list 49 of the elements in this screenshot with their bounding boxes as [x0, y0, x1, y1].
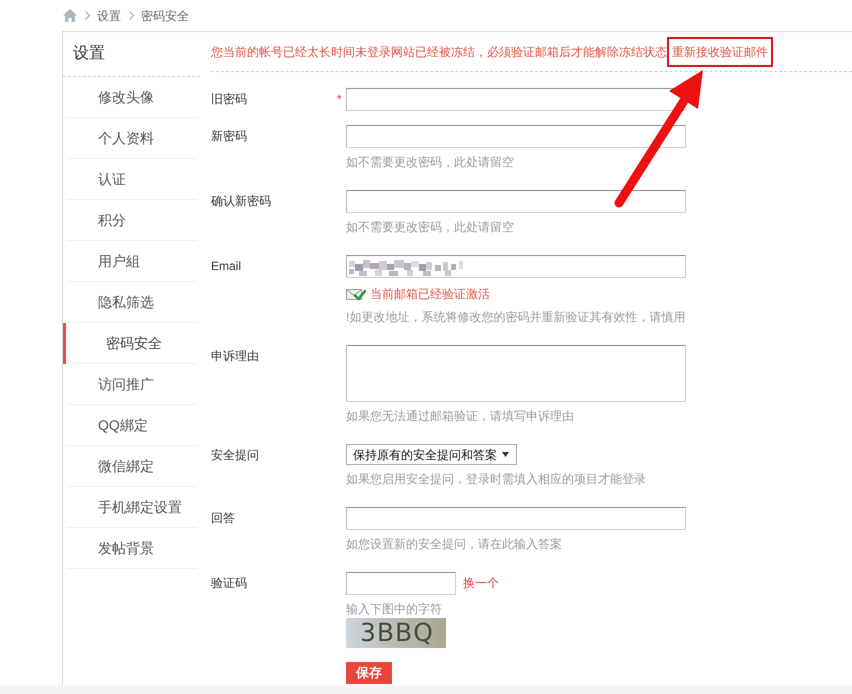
answer-field[interactable]	[346, 507, 686, 530]
field-label: 新密码	[211, 128, 248, 145]
field-label: 回答	[211, 510, 236, 527]
field-hint: 如您设置新的安全提问，请在此输入答案	[346, 536, 563, 553]
field-label: 确认新密码	[211, 193, 272, 210]
sidebar-item[interactable]: 微信綁定	[63, 446, 200, 487]
field-label: 旧密码	[211, 91, 248, 108]
password-field[interactable]	[346, 190, 686, 213]
field-label: 安全提问	[211, 447, 260, 464]
caret-icon	[502, 452, 509, 457]
breadcrumb-link[interactable]: 设置	[97, 6, 121, 24]
field-label: 验证码	[211, 575, 248, 592]
sidebar-item[interactable]: 密码安全	[63, 323, 200, 364]
field-label: 申诉理由	[211, 348, 260, 365]
chevron-icon	[129, 11, 134, 20]
sidebar-item[interactable]: 认证	[63, 159, 200, 200]
email-field[interactable]	[346, 255, 686, 278]
home-icon[interactable]	[63, 9, 77, 22]
email-status-text: 当前邮箱已经验证激活	[370, 286, 490, 303]
reason-textarea[interactable]	[346, 345, 686, 402]
frozen-account-notice: 您当前的帐号已经太长时间未登录网站已经被冻结，必须验证邮箱后才能解除冻结状态	[211, 44, 667, 60]
refresh-captcha-link[interactable]: 换一个	[463, 572, 499, 595]
required-mark: *	[337, 92, 342, 106]
field-hint: 如果您无法通过邮箱验证，请填写申诉理由	[346, 408, 575, 425]
captcha-field[interactable]	[346, 572, 456, 595]
chevron-icon	[85, 11, 90, 20]
security-question-select[interactable]: 保持原有的安全提问和答案	[346, 444, 517, 465]
breadcrumb-current: 密码安全	[141, 8, 189, 24]
sidebar-item[interactable]: 访问推广	[63, 364, 200, 405]
password-field[interactable]	[346, 125, 686, 148]
sidebar-item[interactable]: QQ綁定	[63, 405, 200, 446]
sidebar-item[interactable]: 积分	[63, 200, 200, 241]
sidebar-item[interactable]: 修改头像	[63, 77, 200, 118]
field-hint: 如不需要更改密码，此处请留空	[346, 154, 515, 171]
save-button[interactable]: 保存	[346, 662, 392, 684]
sidebar-item[interactable]: 个人资料	[63, 118, 200, 159]
field-hint: 如果您启用安全提问，登录时需填入相应的项目才能登录	[346, 471, 647, 488]
sidebar-title: 设置	[63, 32, 200, 77]
captcha-image: 3BBQ	[346, 618, 446, 648]
field-label: Email	[211, 258, 242, 275]
envelope-check-icon	[346, 288, 366, 300]
sidebar-item[interactable]: 用户組	[63, 241, 200, 282]
resend-email-link[interactable]: 重新接收验证邮件	[672, 44, 768, 58]
field-hint: 输入下图中的字符	[346, 601, 443, 618]
field-hint: !如更改地址，系统将修改您的密码并重新验证其有效性，请慎用	[346, 309, 686, 326]
sidebar-item[interactable]: 手机綁定设置	[63, 487, 200, 528]
field-hint: 如不需要更改密码，此处请留空	[346, 219, 515, 236]
sidebar-item[interactable]: 隐私筛选	[63, 282, 200, 323]
sidebar-item[interactable]: 发帖背景	[63, 528, 200, 569]
